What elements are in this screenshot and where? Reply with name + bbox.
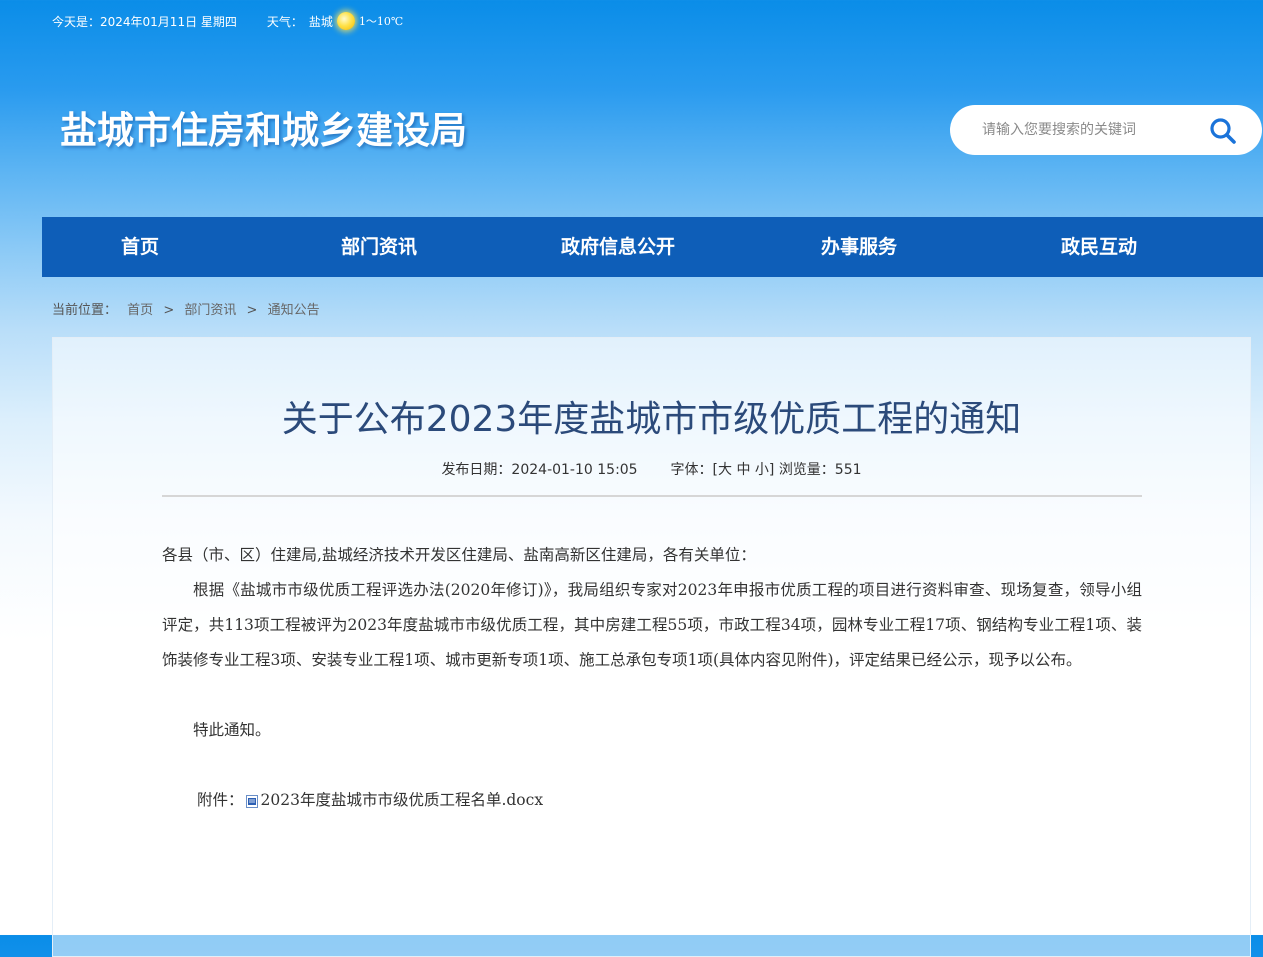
article-closing: 特此通知。 <box>193 721 271 739</box>
nav-item-government-info[interactable]: 政府信息公开 <box>561 217 675 277</box>
search-input[interactable] <box>980 121 1204 139</box>
top-info-bar: 今天是：2024年01月11日 星期四 天气： 盐城 1～10℃ <box>52 12 403 30</box>
nav-item-interaction[interactable]: 政民互动 <box>1061 217 1137 277</box>
article-title: 关于公布2023年度盐城市市级优质工程的通知 <box>281 399 1022 440</box>
sun-icon <box>336 12 355 30</box>
breadcrumb-label: 当前位置： <box>52 303 118 318</box>
article-paragraph: 根据《盐城市市级优质工程评选办法(2020年修订)》，我局组织专家对2023年申… <box>162 581 1142 669</box>
font-size-close: ] <box>768 462 775 478</box>
main-nav: 首页 部门资讯 政府信息公开 办事服务 政民互动 <box>42 217 1263 277</box>
breadcrumb-separator: > <box>246 303 258 318</box>
font-size-medium-button[interactable]: 中 <box>736 462 750 478</box>
breadcrumb-home[interactable]: 首页 <box>127 303 153 318</box>
current-date: 今天是：2024年01月11日 星期四 <box>52 14 237 29</box>
attachment-row: 附件： 2023年度盐城市市级优质工程名单.docx <box>197 783 543 818</box>
nav-item-home[interactable]: 首页 <box>121 217 159 277</box>
font-size-label: 字体：[ <box>670 462 718 478</box>
weather-city: 盐城 <box>308 14 333 29</box>
weather-label: 天气： <box>266 14 303 29</box>
article-salutation: 各县（市、区）住建局,盐城经济技术开发区住建局、盐南高新区住建局，各有关单位： <box>162 546 756 564</box>
nav-item-department-news[interactable]: 部门资讯 <box>341 217 417 277</box>
breadcrumb-department-news[interactable]: 部门资讯 <box>184 303 236 318</box>
search-icon[interactable] <box>1208 116 1238 146</box>
attachment-label: 附件： <box>197 791 244 809</box>
view-count: 浏览量：551 <box>778 462 862 478</box>
breadcrumb: 当前位置： 首页 > 部门资讯 > 通知公告 <box>52 299 320 318</box>
font-size-small-button[interactable]: 小 <box>755 462 769 478</box>
breadcrumb-notices[interactable]: 通知公告 <box>268 303 320 318</box>
search-box <box>950 105 1262 155</box>
site-title: 盐城市住房和城乡建设局 <box>60 109 467 152</box>
font-size-large-button[interactable]: 大 <box>718 462 732 478</box>
nav-item-services[interactable]: 办事服务 <box>821 217 897 277</box>
attachment-link[interactable]: 2023年度盐城市市级优质工程名单.docx <box>261 783 544 818</box>
breadcrumb-separator: > <box>163 303 175 318</box>
publish-date: 发布日期：2024-01-10 15:05 <box>441 462 638 478</box>
article-meta: 发布日期：2024-01-10 15:05 字体：[大 中 小] 浏览量：551 <box>52 459 1251 479</box>
word-doc-icon <box>245 795 258 808</box>
weather-temperature: 1～10℃ <box>358 15 404 28</box>
title-divider <box>162 495 1142 497</box>
